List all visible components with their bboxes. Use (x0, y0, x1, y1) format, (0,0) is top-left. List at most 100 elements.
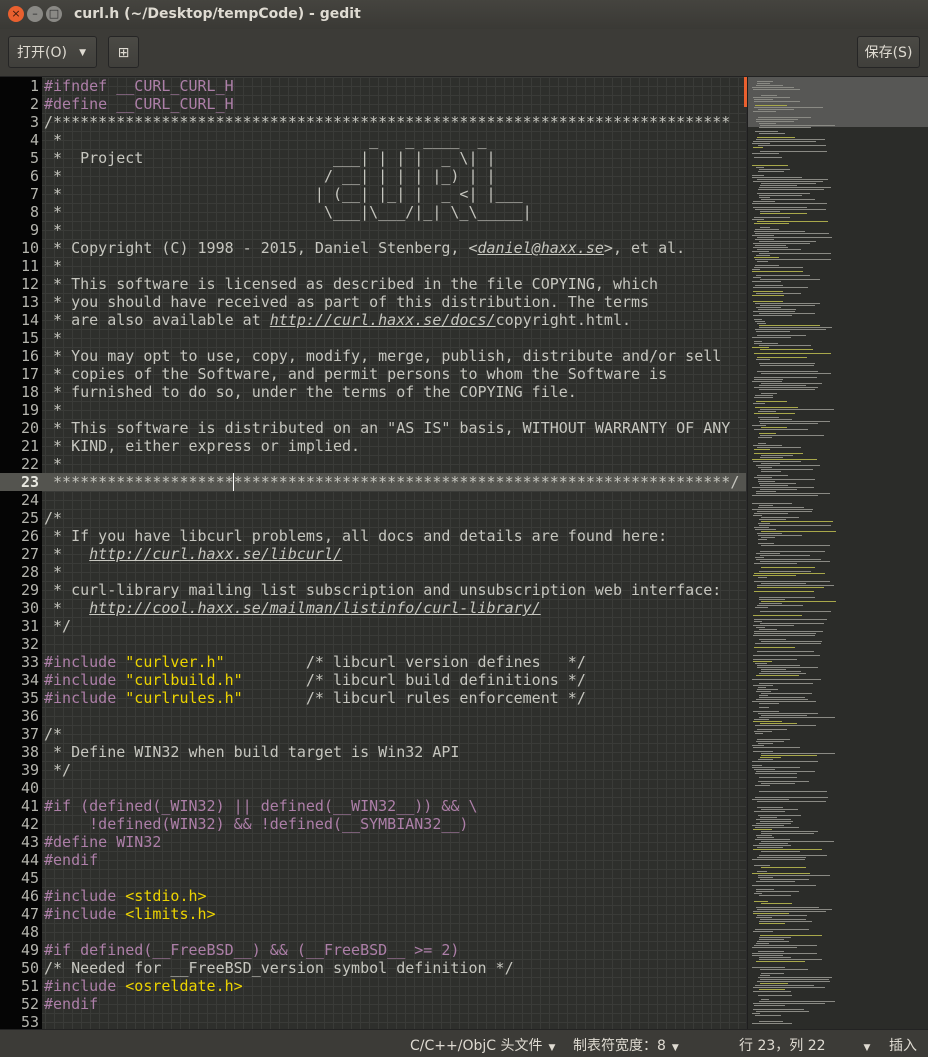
source-map-line (759, 717, 835, 718)
source-map-line (752, 269, 760, 270)
source-map-line (754, 377, 817, 378)
source-map-line (753, 315, 792, 316)
code-line: 13 * you should have received as part of… (0, 293, 746, 311)
source-map-line (753, 911, 826, 912)
source-map-line (757, 357, 807, 358)
source-map-line (761, 393, 777, 394)
line-number: 41 (20, 797, 39, 815)
line-number: 16 (20, 347, 39, 365)
source-map-line (752, 143, 770, 144)
source-map-line (756, 823, 791, 824)
code-text: * (44, 401, 63, 419)
line-number: 24 (20, 491, 39, 509)
source-map-line (758, 543, 774, 544)
open-button-label: 打开(O) (17, 45, 67, 61)
source-map-line (760, 551, 825, 552)
source-map-line (753, 247, 788, 248)
source-map-line (757, 941, 789, 942)
open-button[interactable]: 打开(O) ▼ (8, 36, 97, 68)
source-map-line (759, 921, 812, 922)
source-map-line (755, 529, 776, 530)
line-number: 2 (29, 95, 39, 113)
source-map-line (752, 1013, 760, 1014)
code-line: 51 #include <osreldate.h> (0, 977, 746, 995)
minimize-window-button[interactable]: – (27, 6, 43, 22)
source-map-line (753, 461, 801, 462)
source-map-line (752, 87, 794, 88)
source-map-line (757, 475, 788, 476)
source-map-line (758, 877, 773, 878)
source-map-line (752, 825, 784, 826)
source-map-line (758, 507, 804, 508)
maximize-window-button[interactable]: □ (46, 6, 62, 22)
source-map-line (759, 673, 806, 674)
source-map-line (754, 257, 779, 258)
source-map-line (752, 381, 782, 382)
source-map-line (756, 401, 787, 402)
new-document-button[interactable]: ⊞ (108, 36, 139, 68)
source-map-line (754, 107, 823, 108)
source-map-line (754, 319, 762, 320)
code-line: 22 * (0, 455, 746, 473)
source-map-line (759, 957, 791, 958)
source-map-line (754, 223, 789, 224)
line-number: 33 (20, 653, 39, 671)
source-map-line (757, 857, 806, 858)
source-map-line (753, 659, 797, 660)
source-map-line (756, 835, 772, 836)
source-map-line (753, 991, 791, 992)
source-map-line (754, 647, 795, 648)
code-line: 53 (0, 1013, 746, 1029)
close-window-button[interactable]: × (8, 6, 24, 22)
line-number: 9 (29, 221, 39, 239)
source-map-line (760, 419, 792, 420)
text-editor[interactable]: 1 #ifndef __CURL_CURL_H 2 #define __CURL_CU… (0, 77, 746, 1029)
source-map-line (759, 123, 776, 124)
source-map-line (753, 277, 761, 278)
source-map-line (753, 1003, 825, 1004)
source-map-line (761, 831, 818, 832)
source-map-line (761, 671, 801, 672)
insert-mode-indicator[interactable]: 插入 (889, 1035, 917, 1055)
source-map-line (759, 197, 770, 198)
source-map-line (759, 433, 776, 434)
code-line: 6 * / __| | | | |_) | | (0, 167, 746, 185)
source-map-line (759, 1021, 783, 1022)
tab-width-selector[interactable]: 制表符宽度：8 ▼ (573, 1035, 679, 1055)
source-map-line (757, 915, 807, 916)
source-map-line (753, 913, 789, 914)
code-text: /* Needed for __FreeBSD_version symbol d… (44, 959, 514, 977)
language-selector[interactable]: C/C++/ObjC 头文件 ▼ (410, 1035, 555, 1055)
line-number: 13 (20, 293, 39, 311)
code-line: 10 * Copyright (C) 1998 - 2015, Daniel S… (0, 239, 746, 257)
source-map-line (759, 169, 790, 170)
chevron-down-icon: ▼ (863, 1043, 871, 1053)
source-map[interactable] (747, 77, 928, 1029)
source-map-line (754, 449, 770, 450)
code-text: * KIND, either express or implied. (44, 437, 361, 455)
cursor-position-selector[interactable]: 行 23，列 22 ▼ (739, 1035, 870, 1055)
line-number: 45 (20, 869, 39, 887)
source-map-line (760, 409, 834, 410)
tab-width-label: 制表符宽度：8 (573, 1038, 666, 1054)
code-line: 47 #include <limits.h> (0, 905, 746, 923)
source-map-line (753, 751, 773, 752)
line-number: 43 (20, 833, 39, 851)
code-text: * Copyright (C) 1998 - 2015, Daniel Sten… (44, 239, 686, 257)
source-map-line (753, 1009, 804, 1010)
source-map-line (760, 349, 813, 350)
line-number: 21 (20, 437, 39, 455)
source-map-line (759, 345, 811, 346)
source-map-line (752, 745, 764, 746)
source-map-line (758, 171, 784, 172)
line-number: 4 (29, 131, 39, 149)
source-map-line (754, 621, 762, 622)
source-map-line (760, 879, 809, 880)
code-line: 32 (0, 635, 746, 653)
source-map-line (756, 167, 764, 168)
text-cursor (233, 473, 234, 491)
source-map-line (756, 1011, 809, 1012)
save-button[interactable]: 保存(S) (857, 36, 920, 68)
code-text: * \___|\___/|_| \_\_____| (44, 203, 532, 221)
source-map-line (753, 207, 807, 208)
